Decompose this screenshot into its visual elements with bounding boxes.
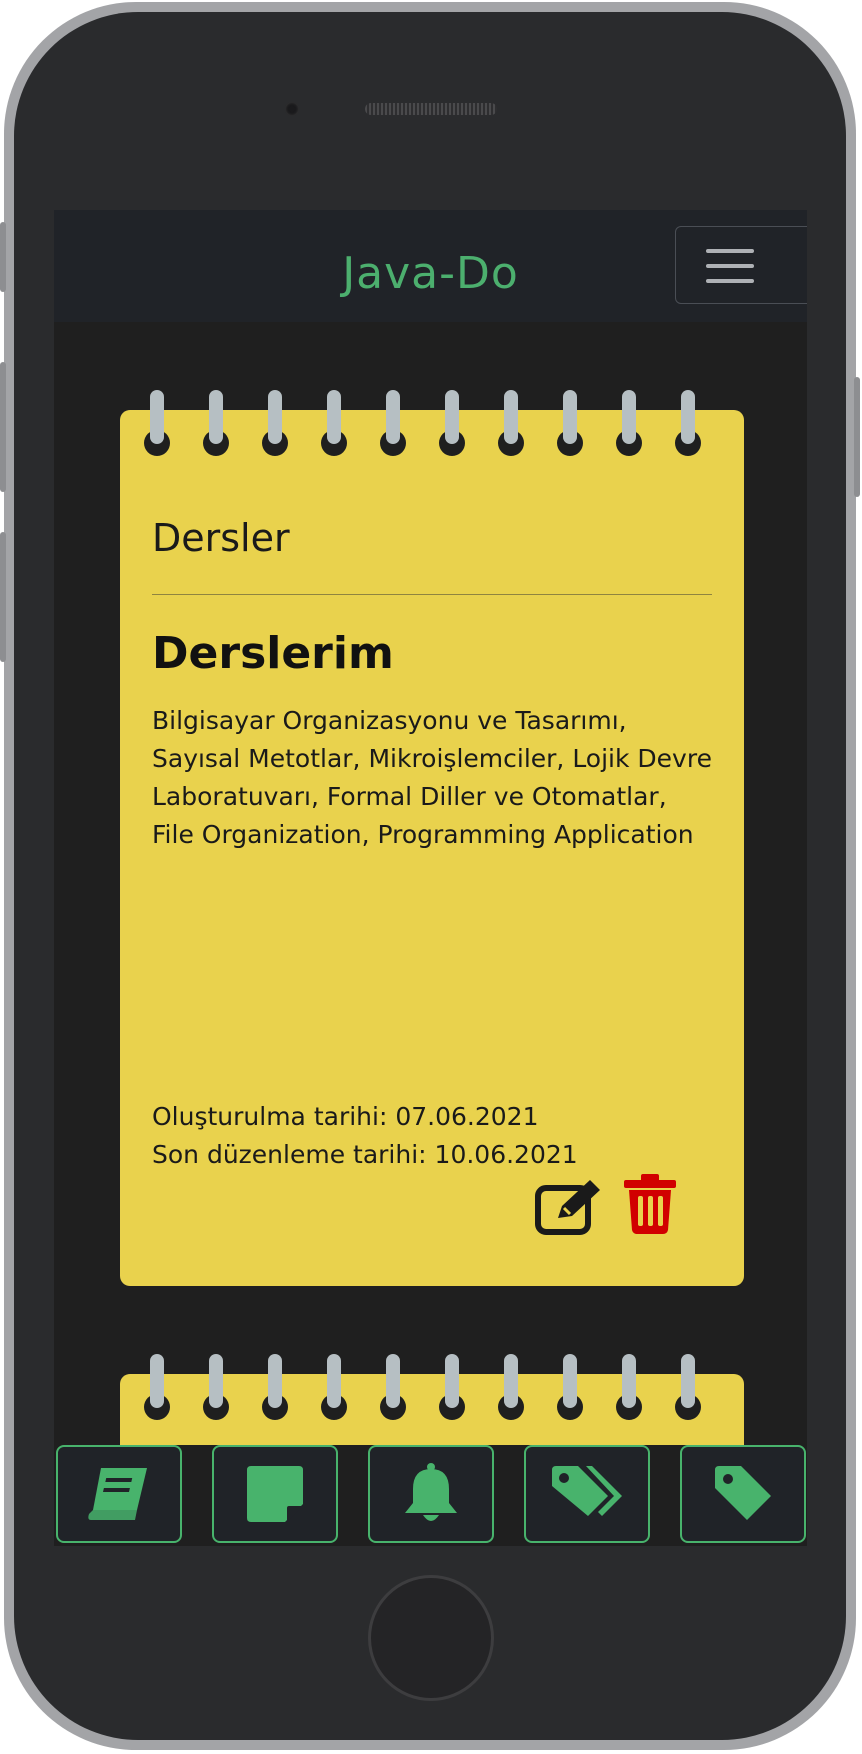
binding-ring <box>614 1354 644 1420</box>
ring-wire <box>622 390 636 444</box>
tags-icon <box>552 1466 622 1516</box>
note-title: Derslerim <box>152 628 394 679</box>
note-paper: Dersler Derslerim Bilgisayar Organizasyo… <box>120 410 744 1286</box>
ring-wire <box>563 390 577 444</box>
binding-ring <box>555 1354 585 1420</box>
ring-wire <box>268 1354 282 1408</box>
home-button[interactable] <box>368 1575 494 1701</box>
binding-ring <box>378 390 408 456</box>
binding-ring <box>673 1354 703 1420</box>
app-screen: Java-Do Dersler Derslerim Bilgisayar Org… <box>54 210 807 1546</box>
binding-ring <box>260 390 290 456</box>
nav-notebooks-button[interactable] <box>56 1445 182 1543</box>
trash-icon <box>624 1174 676 1234</box>
nav-reminders-button[interactable] <box>368 1445 494 1543</box>
book-icon <box>88 1468 147 1520</box>
binding-ring <box>319 1354 349 1420</box>
ring-wire <box>681 390 695 444</box>
navbar: Java-Do <box>54 210 807 322</box>
binding-ring <box>673 390 703 456</box>
binding-ring <box>496 1354 526 1420</box>
earpiece-speaker <box>365 103 497 115</box>
ring-wire <box>504 390 518 444</box>
ring-wire <box>622 1354 636 1408</box>
nav-notes-button[interactable] <box>212 1445 338 1543</box>
front-camera <box>285 102 299 116</box>
phone-volume-up <box>0 362 6 492</box>
binding-ring <box>142 1354 172 1420</box>
bottom-nav <box>54 1445 807 1546</box>
phone-silent-switch <box>0 222 6 292</box>
delete-note-button[interactable] <box>624 1174 676 1238</box>
ring-wire <box>327 1354 341 1408</box>
ring-wire <box>209 1354 223 1408</box>
phone-power-button <box>854 377 860 497</box>
edit-icon <box>535 1180 600 1235</box>
nav-tag-button[interactable] <box>680 1445 806 1543</box>
ring-wire <box>268 390 282 444</box>
hamburger-line <box>706 264 754 268</box>
ring-wire <box>327 390 341 444</box>
binding-ring <box>614 390 644 456</box>
ring-wire <box>504 1354 518 1408</box>
binding-ring <box>201 1354 231 1420</box>
ring-wire <box>563 1354 577 1408</box>
note-dates: Oluşturulma tarihi: 07.06.2021 Son düzen… <box>152 1098 578 1174</box>
note-divider <box>152 594 712 595</box>
bell-icon <box>405 1463 457 1521</box>
tag-icon <box>715 1466 771 1520</box>
note-card: Dersler Derslerim Bilgisayar Organizasyo… <box>120 390 744 1286</box>
ring-wire <box>150 1354 164 1408</box>
ring-wire <box>681 1354 695 1408</box>
binding-ring <box>378 1354 408 1420</box>
phone-volume-down <box>0 532 6 662</box>
edit-note-button[interactable] <box>534 1178 602 1240</box>
binding-ring <box>555 390 585 456</box>
note-category: Dersler <box>152 516 290 560</box>
ring-wire <box>386 1354 400 1408</box>
ring-wire <box>445 1354 459 1408</box>
sticky-note-icon <box>247 1466 303 1522</box>
ring-wire <box>386 390 400 444</box>
navbar-toggle-button[interactable] <box>675 226 807 304</box>
binding-ring <box>496 390 526 456</box>
ring-wire <box>445 390 459 444</box>
binding-ring <box>319 390 349 456</box>
note-content: Bilgisayar Organizasyonu ve Tasarımı, Sa… <box>152 706 712 849</box>
binding-ring <box>142 390 172 456</box>
binding-ring <box>201 390 231 456</box>
binding-ring <box>437 390 467 456</box>
binding-ring <box>437 1354 467 1420</box>
hamburger-line <box>706 249 754 253</box>
ring-wire <box>150 390 164 444</box>
ring-wire <box>209 390 223 444</box>
nav-tags-button[interactable] <box>524 1445 650 1543</box>
hamburger-line <box>706 279 754 283</box>
note-edited-date: Son düzenleme tarihi: 10.06.2021 <box>152 1140 578 1169</box>
note-created-date: Oluşturulma tarihi: 07.06.2021 <box>152 1102 539 1131</box>
binding-ring <box>260 1354 290 1420</box>
